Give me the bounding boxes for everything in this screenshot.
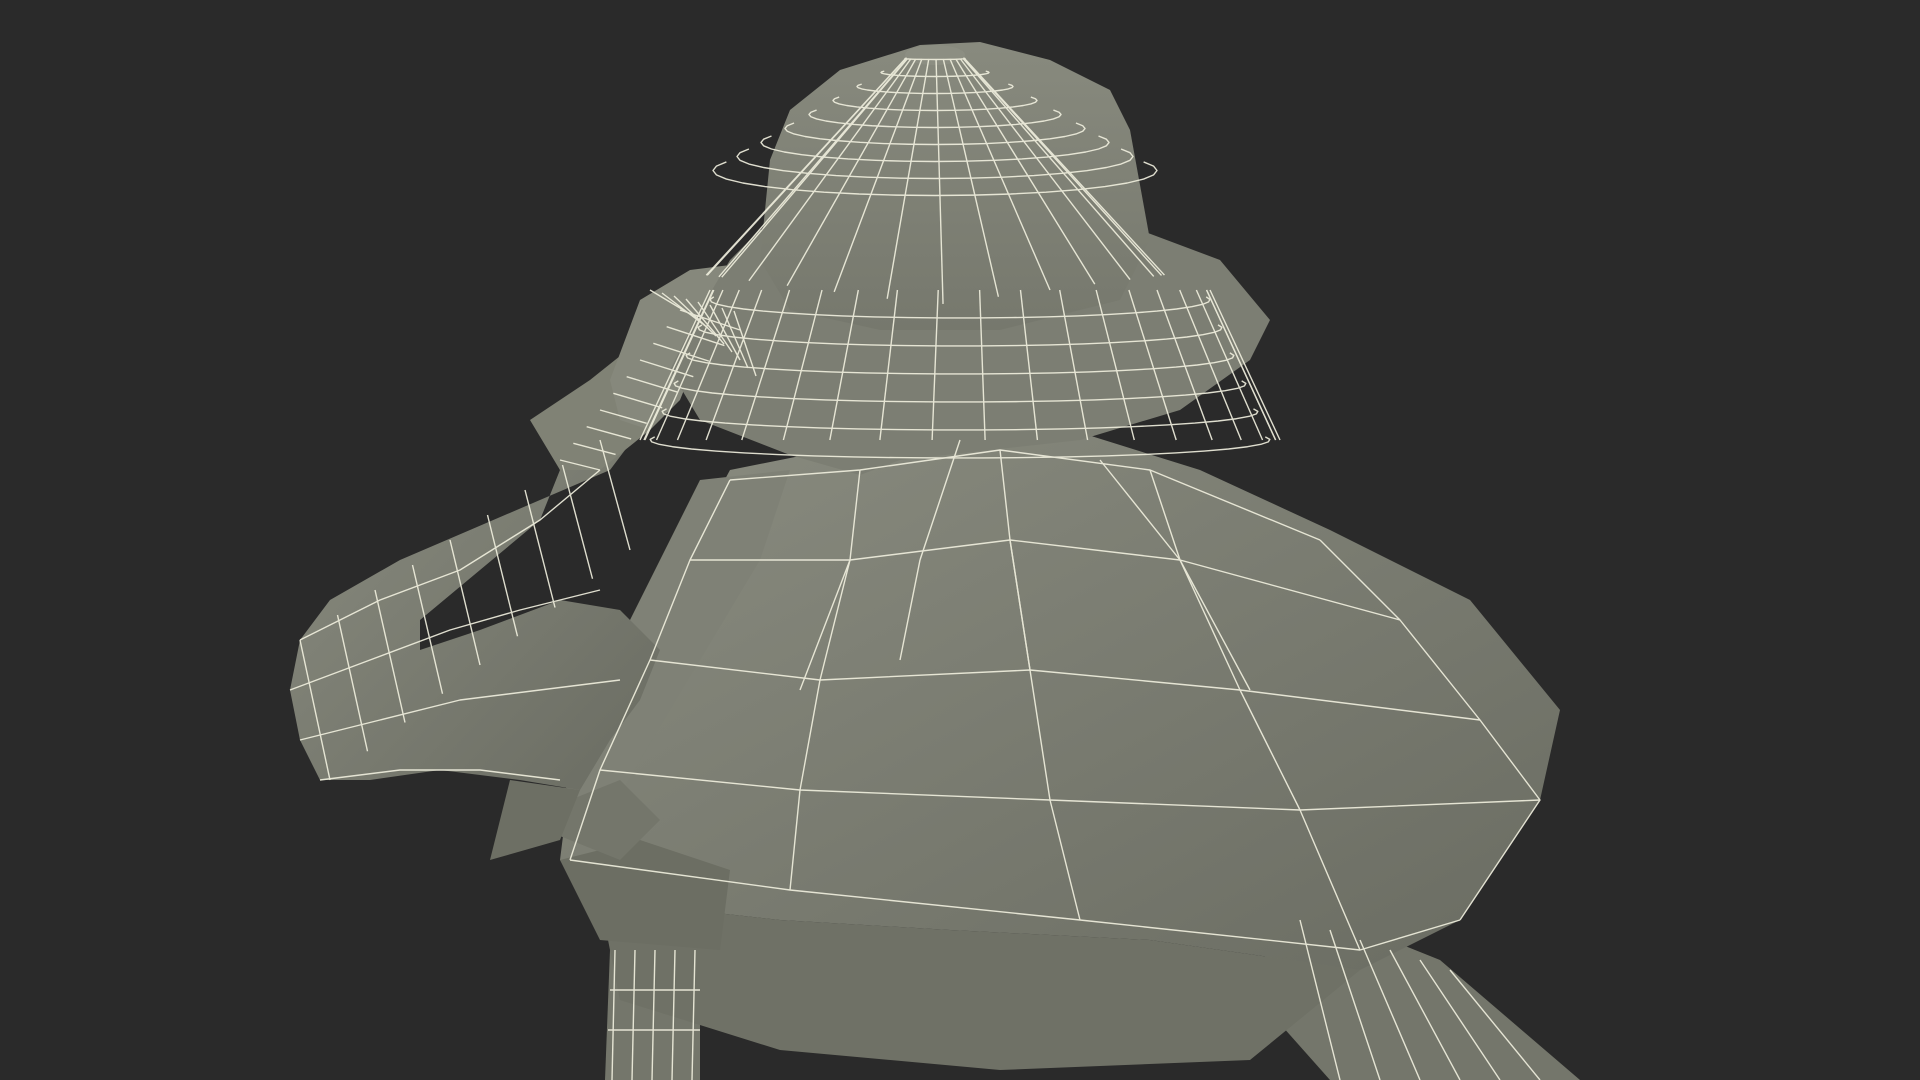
- wireframe-model: [289, 42, 1580, 1080]
- viewport-render: [0, 0, 1920, 1080]
